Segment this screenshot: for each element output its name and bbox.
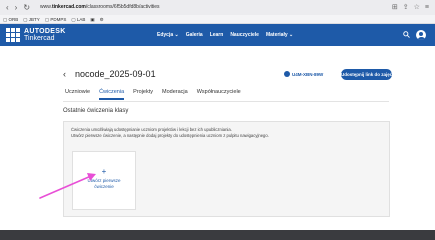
- browser-page: ‹ › ↻ www.tinkercad.com/classrooms/6f5b5…: [0, 0, 435, 230]
- screen: ‹ › ↻ www.tinkercad.com/classrooms/6f5b5…: [0, 0, 435, 240]
- annotation-arrow-icon: [39, 173, 96, 199]
